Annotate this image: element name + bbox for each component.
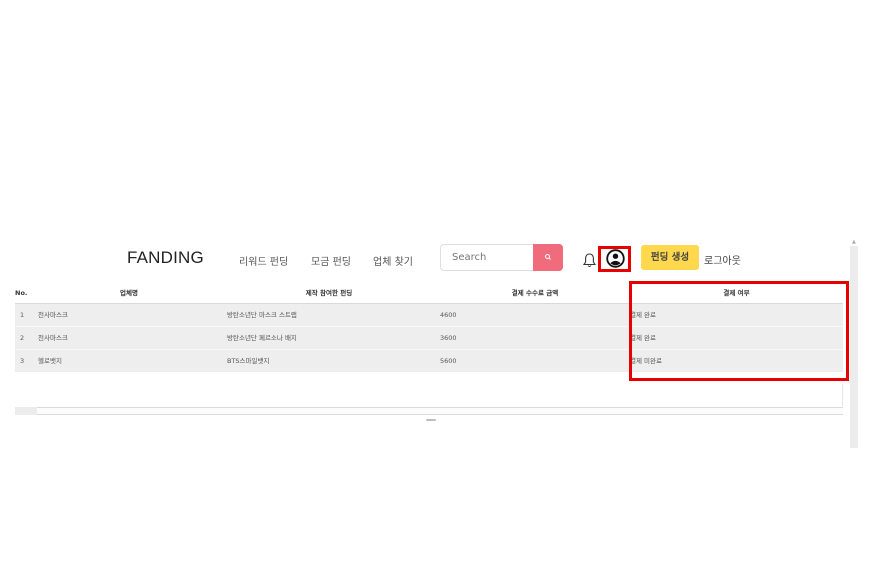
profile-highlight-box <box>598 246 631 272</box>
vendor-name: 헬로뱃지 <box>38 357 62 365</box>
fee-amount: 5600 <box>440 357 457 365</box>
logout-link[interactable]: 로그아웃 <box>704 252 741 267</box>
search-button[interactable] <box>533 244 563 271</box>
nav-reward-funding[interactable]: 리워드 펀딩 <box>239 253 288 268</box>
table-divider <box>842 384 843 406</box>
funding-name: 방탄소년단 페르소나 배지 <box>227 334 297 342</box>
column-header-funding: 제작 참여한 펀딩 <box>305 289 353 297</box>
search-icon <box>545 254 551 260</box>
vendor-name: 천사마스크 <box>38 334 68 342</box>
horizontal-scrollbar[interactable] <box>15 407 843 415</box>
funding-name: 방탄소년단 마스크 스트랩 <box>227 311 297 319</box>
bell-icon <box>582 253 597 267</box>
row-number: 2 <box>20 334 25 342</box>
row-number: 1 <box>20 311 25 319</box>
fee-amount: 4600 <box>440 311 457 319</box>
create-funding-button[interactable]: 펀딩 생성 <box>641 245 699 270</box>
search-input[interactable] <box>452 252 532 263</box>
column-header-fee: 결제 수수료 금액 <box>511 289 559 297</box>
notification-button[interactable] <box>582 252 597 268</box>
scrollbar-track-start <box>15 407 37 415</box>
scroll-up-arrow-icon[interactable]: ▲ <box>852 239 856 245</box>
vertical-scrollbar[interactable] <box>850 246 858 448</box>
nav-donation-funding[interactable]: 모금 펀딩 <box>311 253 351 268</box>
fee-amount: 3600 <box>440 334 457 342</box>
column-header-vendor: 업체명 <box>120 289 138 297</box>
vendor-name: 천사마스크 <box>38 311 68 319</box>
row-number: 3 <box>20 357 25 365</box>
column-header-no: No. <box>15 289 28 297</box>
payment-status-highlight-box <box>629 281 849 381</box>
nav-find-vendors[interactable]: 업체 찾기 <box>373 253 413 268</box>
logo[interactable]: FANDING <box>127 248 204 268</box>
funding-name: BTS스마일뱃지 <box>227 357 270 365</box>
resize-handle[interactable] <box>426 419 436 421</box>
